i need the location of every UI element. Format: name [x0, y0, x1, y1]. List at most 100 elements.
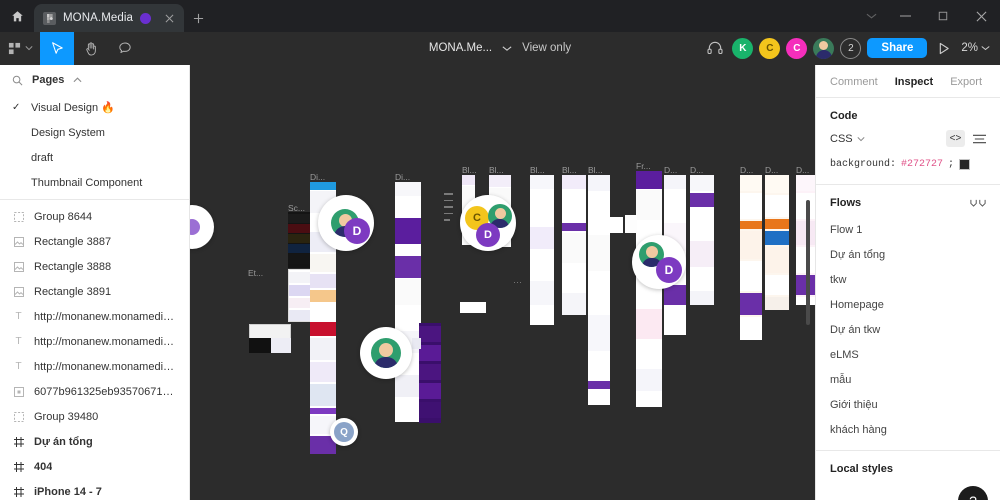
- frame-thumbnail[interactable]: [412, 338, 421, 349]
- comment-tool[interactable]: [108, 32, 142, 65]
- layer-label: Rectangle 3887: [34, 235, 112, 248]
- code-title-label: Code: [830, 110, 858, 122]
- frame-label: Et...: [248, 268, 264, 278]
- page-item-thumbnail-component[interactable]: Thumbnail Component: [0, 170, 189, 195]
- frame-page[interactable]: [740, 175, 762, 340]
- layer-label: http://monanew.monamedia.net/ki...: [34, 360, 177, 373]
- zoom-level-control[interactable]: 2%: [961, 42, 990, 54]
- layer-item[interactable]: 404: [0, 454, 189, 479]
- layers-panel[interactable]: Pages ✓ Visual Design 🔥 Design System dr…: [0, 65, 190, 500]
- figma-menu-icon[interactable]: [0, 32, 40, 65]
- figma-toolbar: MONA.Me... View only K C C 2 Share 2%: [0, 31, 1000, 65]
- frame-icon: [12, 436, 25, 447]
- flow-label: Giới thiệu: [830, 398, 878, 411]
- frame-page[interactable]: [395, 182, 421, 422]
- list-icon[interactable]: [973, 134, 986, 144]
- layer-item[interactable]: Rectangle 3887: [0, 229, 189, 254]
- flow-item[interactable]: eLMS: [816, 342, 1000, 367]
- flow-label: Dự án tổng: [830, 248, 886, 261]
- frame-dotted-list: [444, 193, 453, 221]
- frame-page[interactable]: [765, 175, 789, 310]
- layer-item[interactable]: Group 39480: [0, 404, 189, 429]
- layer-item[interactable]: Rectangle 3891: [0, 279, 189, 304]
- layer-item[interactable]: T http://monanew.monamedia.net/ki...: [0, 329, 189, 354]
- flow-item[interactable]: Dự án tổng: [816, 242, 1000, 267]
- code-brackets-icon[interactable]: <>: [946, 130, 965, 147]
- frame-thumbnail[interactable]: [625, 215, 637, 233]
- flows-icon[interactable]: [970, 199, 986, 207]
- search-icon[interactable]: [12, 75, 23, 86]
- frame-thumbnail[interactable]: [249, 338, 271, 353]
- flow-item[interactable]: khách hàng: [816, 417, 1000, 442]
- chevron-down-icon[interactable]: [856, 0, 886, 32]
- frame-label: Fr...: [636, 161, 651, 171]
- hand-tool[interactable]: [74, 32, 108, 65]
- frame-label: Bl...: [462, 165, 477, 175]
- tab-inspect[interactable]: Inspect: [895, 76, 934, 88]
- page-item-design-system[interactable]: Design System: [0, 120, 189, 145]
- close-icon[interactable]: [161, 10, 177, 26]
- avatar[interactable]: C: [786, 37, 808, 59]
- present-icon[interactable]: [933, 42, 955, 55]
- code-language-select[interactable]: CSS: [830, 133, 865, 145]
- frame-purple-cards[interactable]: [419, 323, 441, 423]
- image-icon: [12, 261, 25, 272]
- frame-page[interactable]: [530, 175, 554, 325]
- avatar[interactable]: [813, 37, 835, 59]
- check-icon: ✓: [12, 102, 21, 113]
- layer-item[interactable]: 6077b961325eb93570671b8e_fig...: [0, 379, 189, 404]
- layer-item[interactable]: T http://monanew.monamedia.net/ki...: [0, 354, 189, 379]
- avatar[interactable]: K: [732, 37, 754, 59]
- close-window-button[interactable]: [962, 0, 1000, 32]
- maximize-button[interactable]: [924, 0, 962, 32]
- share-button[interactable]: Share: [867, 38, 928, 58]
- frame-page[interactable]: [690, 175, 714, 305]
- flow-item[interactable]: tkw: [816, 267, 1000, 292]
- canvas-scrollbar[interactable]: [806, 200, 810, 325]
- new-tab-button[interactable]: [184, 4, 212, 32]
- avatar-overflow-count[interactable]: 2: [840, 37, 862, 59]
- frame-thumbnail[interactable]: [249, 324, 291, 339]
- home-icon[interactable]: [0, 0, 34, 32]
- chevron-down-icon[interactable]: [502, 39, 512, 57]
- figma-app-window: MONA.Media MONA.Me... View only K C C 2 …: [0, 0, 1000, 500]
- view-mode-label: View only: [522, 42, 572, 54]
- inspect-panel[interactable]: Comment Inspect Export Code CSS <> backg…: [815, 65, 1000, 500]
- color-swatch[interactable]: [959, 159, 971, 170]
- layer-item[interactable]: Group 8644: [0, 204, 189, 229]
- frame-page[interactable]: [636, 171, 662, 407]
- code-snippet[interactable]: background: #272727 ;: [816, 147, 1000, 184]
- flow-item[interactable]: Dự án tkw: [816, 317, 1000, 342]
- flow-label: khách hàng: [830, 423, 887, 436]
- code-section-title: Code: [816, 98, 1000, 130]
- browser-tab[interactable]: MONA.Media: [34, 4, 184, 32]
- frame-icon: [12, 461, 25, 472]
- headphones-icon[interactable]: [707, 41, 723, 55]
- flow-item[interactable]: Homepage: [816, 292, 1000, 317]
- layer-item[interactable]: Dự án tổng: [0, 429, 189, 454]
- frame-page[interactable]: [588, 175, 610, 405]
- frame-thumbnail[interactable]: [271, 338, 291, 353]
- layer-item[interactable]: iPhone 14 - 7: [0, 479, 189, 500]
- frame-thumbnail[interactable]: [460, 302, 486, 313]
- minimize-button[interactable]: [886, 0, 924, 32]
- move-tool[interactable]: [40, 31, 74, 65]
- flow-item[interactable]: mẫu: [816, 367, 1000, 392]
- frame-thumbnail[interactable]: [609, 217, 623, 233]
- flow-item[interactable]: Giới thiệu: [816, 392, 1000, 417]
- frame-page[interactable]: [562, 175, 586, 315]
- code-semicolon: ;: [948, 159, 955, 170]
- help-button[interactable]: ?: [958, 486, 988, 500]
- avatar[interactable]: C: [759, 37, 781, 59]
- document-name[interactable]: MONA.Me...: [429, 42, 492, 54]
- flow-item[interactable]: Flow 1: [816, 217, 1000, 242]
- page-item-visual-design[interactable]: ✓ Visual Design 🔥: [0, 95, 189, 120]
- layer-item[interactable]: T http://monanew.monamedia.net/ki...: [0, 304, 189, 329]
- tab-comment[interactable]: Comment: [830, 76, 878, 88]
- chevron-up-icon[interactable]: [73, 77, 82, 83]
- page-item-draft[interactable]: draft: [0, 145, 189, 170]
- layer-item[interactable]: Rectangle 3888: [0, 254, 189, 279]
- tab-export[interactable]: Export: [950, 76, 982, 88]
- pages-header[interactable]: Pages: [0, 65, 189, 95]
- page-label: Visual Design 🔥: [31, 102, 115, 114]
